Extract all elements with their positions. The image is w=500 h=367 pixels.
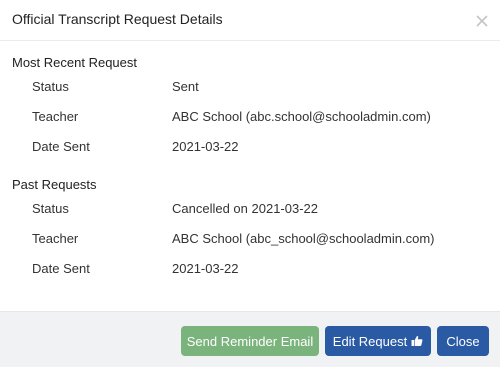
most-recent-status-label: Status bbox=[32, 79, 69, 94]
past-teacher-value: ABC School (abc_school@schooladmin.com) bbox=[172, 231, 435, 246]
past-date-label: Date Sent bbox=[32, 261, 90, 276]
past-date-value: 2021-03-22 bbox=[172, 261, 239, 276]
send-reminder-email-button[interactable]: Send Reminder Email bbox=[181, 326, 319, 356]
most-recent-teacher-label: Teacher bbox=[32, 109, 79, 124]
most-recent-date-label: Date Sent bbox=[32, 139, 90, 154]
close-icon[interactable] bbox=[474, 13, 490, 29]
close-button-label: Close bbox=[446, 333, 480, 349]
past-status-value: Cancelled on 2021-03-22 bbox=[172, 201, 318, 216]
send-reminder-email-label: Send Reminder Email bbox=[186, 333, 314, 349]
past-status-label: Status bbox=[32, 201, 69, 216]
modal-title: Official Transcript Request Details bbox=[12, 11, 223, 27]
past-teacher-label: Teacher bbox=[32, 231, 79, 246]
most-recent-heading: Most Recent Request bbox=[12, 55, 138, 70]
edit-request-button[interactable]: Edit Request bbox=[325, 326, 431, 356]
transcript-request-modal: Official Transcript Request Details Most… bbox=[0, 0, 500, 367]
modal-header: Official Transcript Request Details bbox=[0, 0, 500, 41]
edit-request-label: Edit Request bbox=[332, 333, 408, 349]
modal-footer: Send Reminder Email Edit Request Close bbox=[0, 311, 500, 367]
close-button[interactable]: Close bbox=[437, 326, 489, 356]
most-recent-date-value: 2021-03-22 bbox=[172, 139, 239, 154]
past-requests-heading: Past Requests bbox=[12, 177, 97, 192]
thumbs-up-icon bbox=[411, 335, 423, 347]
most-recent-status-value: Sent bbox=[172, 79, 199, 94]
most-recent-teacher-value: ABC School (abc.school@schooladmin.com) bbox=[172, 109, 431, 124]
